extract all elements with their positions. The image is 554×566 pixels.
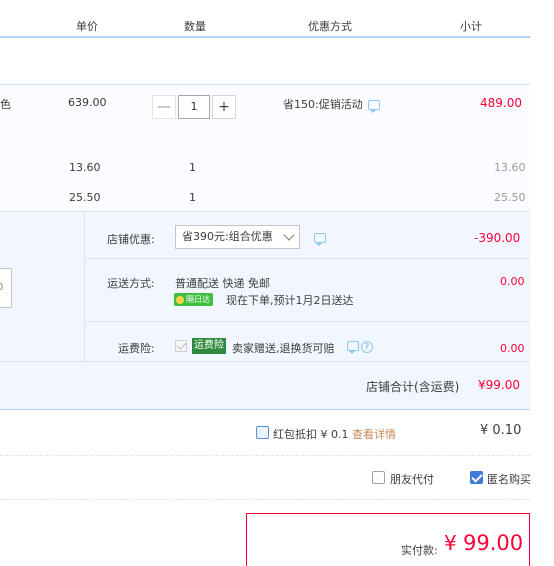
payment-currency: ¥ — [444, 531, 457, 555]
sub-item-quantity: 1 — [189, 191, 196, 204]
sub-item-subtotal: 13.60 — [494, 161, 526, 174]
decrease-quantity-button[interactable]: — — [152, 95, 176, 119]
shop-total-value: ¥99.00 — [478, 378, 520, 392]
sub-item-unit-price: 25.50 — [69, 191, 101, 204]
item-promo: 省150:促销活动 — [283, 98, 363, 111]
next-day-badge: 隔日达 — [174, 293, 213, 306]
help-icon[interactable]: ? — [361, 341, 373, 353]
header-quantity: 数量 — [184, 20, 206, 33]
header-discount-method: 优惠方式 — [308, 20, 352, 33]
payment-label: 实付款: — [401, 544, 438, 557]
order-table-header: 单价 数量 优惠方式 小计 — [0, 0, 530, 38]
shipping-cost: 0.00 — [500, 275, 525, 288]
next-day-icon — [176, 295, 184, 304]
payment-amount: 99.00 — [463, 531, 524, 555]
anonymous-label: 匿名购买 — [487, 473, 531, 486]
insurance-chat-icon[interactable] — [347, 341, 359, 354]
item-spec: 色 — [0, 98, 11, 111]
insurance-text: 卖家赠送,退换货可赔 — [232, 342, 335, 355]
sub-item-quantity: 1 — [189, 161, 196, 174]
shop-total-label: 店铺合计(含运费) — [366, 380, 460, 394]
red-packet-value: ¥ 0.10 — [480, 423, 522, 438]
promo-chat-icon[interactable] — [368, 100, 380, 113]
delivery-estimate: 现在下单,预计1月2日送达 — [226, 294, 354, 307]
friend-pay-label: 朋友代付 — [390, 473, 434, 486]
header-unit-price: 单价 — [76, 20, 98, 33]
sub-item-subtotal: 25.50 — [494, 191, 526, 204]
divider — [0, 455, 530, 456]
red-packet-checkbox[interactable] — [256, 426, 269, 439]
insurance-badge: 运费险 — [192, 338, 226, 354]
quantity-input[interactable]: 1 — [178, 95, 210, 119]
insurance-checkbox — [175, 340, 187, 352]
red-packet-label: 红包抵扣 ¥ 0.1 — [273, 428, 349, 441]
anonymous-checkbox[interactable] — [470, 471, 483, 484]
shop-discount-label: 店铺优惠: — [107, 233, 155, 246]
item-subtotal: 489.00 — [480, 96, 522, 110]
view-details-link[interactable]: 查看详情 — [352, 426, 396, 442]
next-day-badge-label: 隔日达 — [186, 295, 210, 304]
item-unit-price: 639.00 — [68, 96, 107, 109]
increase-quantity-button[interactable]: + — [212, 95, 236, 119]
divider — [0, 499, 530, 500]
shop-discount-amount: -390.00 — [474, 231, 521, 245]
friend-pay-checkbox[interactable] — [372, 471, 385, 484]
header-subtotal: 小计 — [460, 20, 482, 33]
shop-left-column — [0, 212, 85, 362]
shipping-method: 普通配送 快递 免邮 — [175, 277, 270, 290]
shipping-label: 运送方式: — [107, 277, 155, 290]
message-input[interactable]: 0 — [0, 268, 12, 308]
shop-discount-select-value: 省390元:组合优惠 — [182, 230, 273, 243]
chevron-down-icon — [283, 229, 295, 241]
shop-discount-select[interactable]: 省390元:组合优惠 — [175, 225, 300, 249]
insurance-label: 运费险: — [118, 342, 155, 355]
sub-item-unit-price: 13.60 — [69, 161, 101, 174]
shop-discount-chat-icon[interactable] — [314, 233, 326, 246]
quantity-stepper: — 1 + — [152, 95, 236, 119]
insurance-cost: 0.00 — [500, 342, 525, 355]
